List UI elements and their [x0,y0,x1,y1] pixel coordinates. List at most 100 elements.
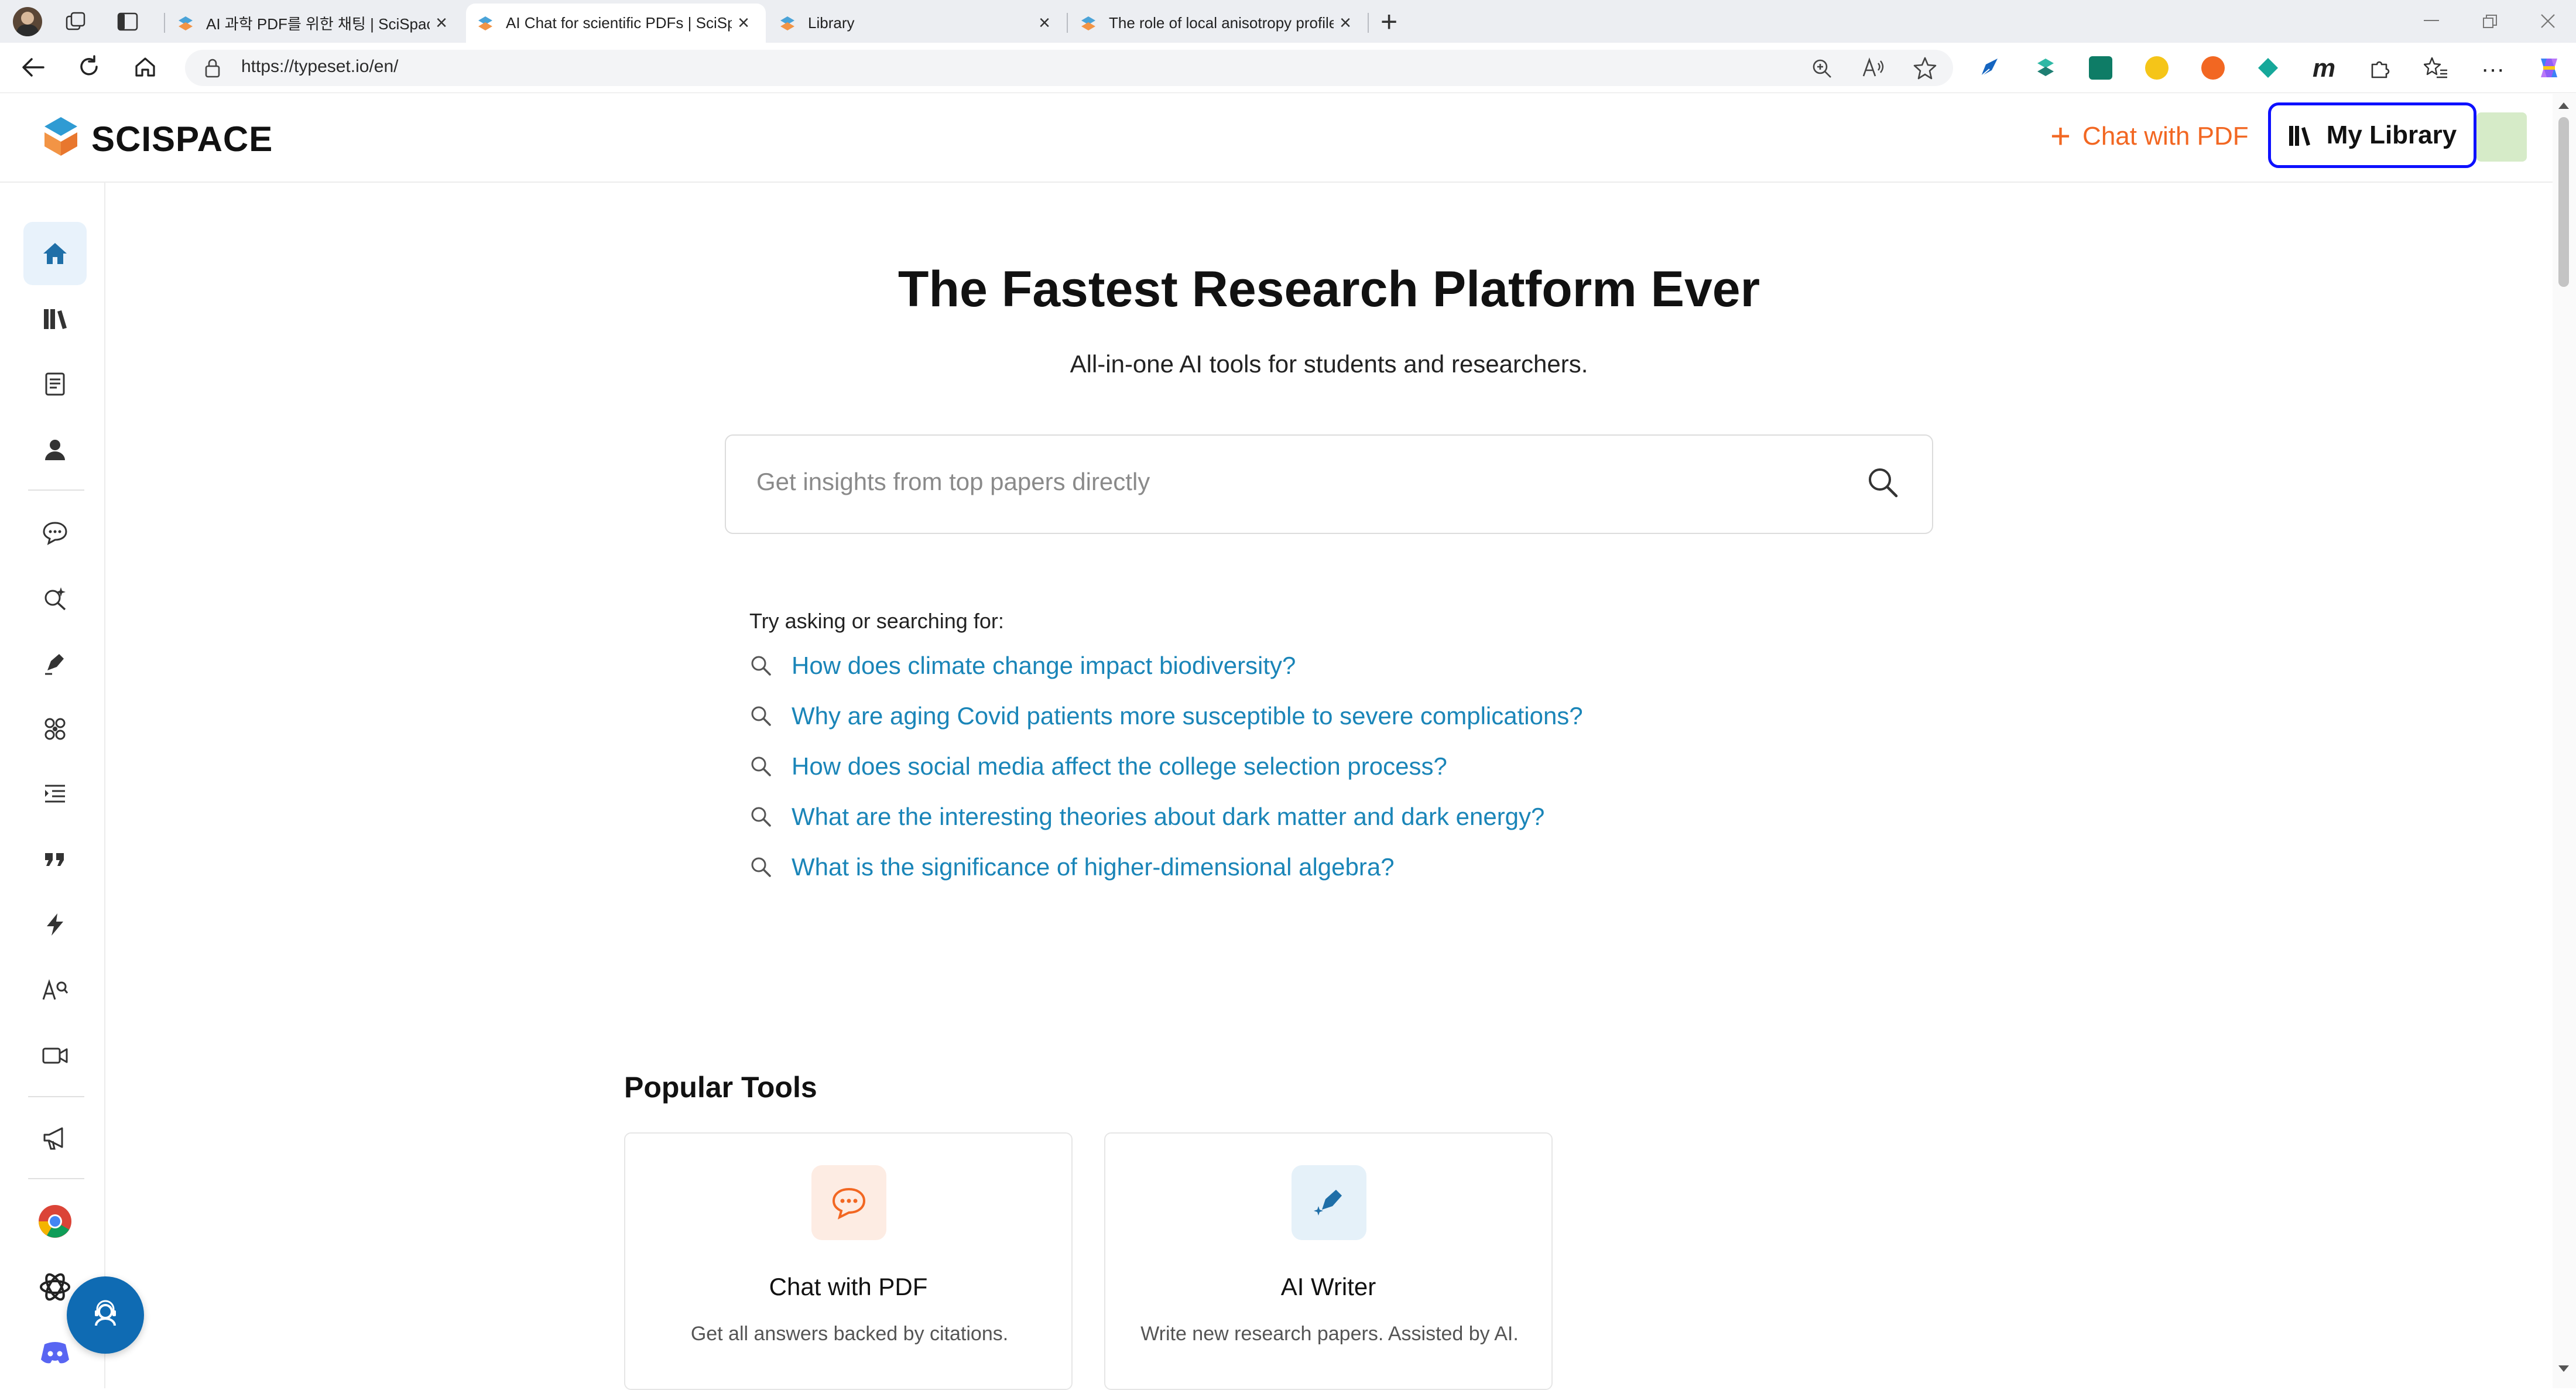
ai-detector-icon [42,977,68,1003]
new-tab-button[interactable]: + [1381,5,1397,39]
tab-anisotropy[interactable]: The role of local anisotropy profiles × [1069,4,1368,43]
plus-icon: + [2050,117,2071,156]
sidebar-item-paraphraser[interactable] [23,762,87,826]
sidebar-item-ai-writer[interactable] [23,632,87,695]
scispace-favicon-icon [1080,15,1097,32]
extension-pen-icon[interactable] [1978,56,2001,80]
home-icon [42,241,68,266]
search-icon[interactable] [1866,466,1899,499]
tab-close-icon[interactable]: × [430,12,453,35]
ai-writer-pen-icon [42,651,68,676]
chat-bubble-icon [811,1165,886,1240]
suggestion-text: What is the significance of higher-dimen… [792,853,1395,881]
sidebar-item-chrome-extension[interactable] [23,1190,87,1253]
zoom-icon[interactable] [1811,58,1832,79]
suggestion-item[interactable]: What is the significance of higher-dimen… [749,853,1395,881]
sidebar-item-notebook[interactable] [23,352,87,416]
search-icon [749,855,773,879]
literature-search-icon [42,586,68,611]
favorite-star-icon[interactable] [1913,56,1937,80]
tool-card-chat-with-pdf[interactable]: Chat with PDF Get all answers backed by … [624,1132,1073,1390]
scroll-up-arrow-icon[interactable] [2557,101,2570,110]
chat-with-pdf-button[interactable]: + Chat with PDF [2050,117,2249,156]
extension-translate-icon[interactable] [2089,56,2112,80]
sidebar-item-library[interactable] [23,287,87,350]
sidebar-item-literature-search[interactable] [23,567,87,630]
suggestions-label: Try asking or searching for: [749,609,1004,633]
scroll-down-arrow-icon[interactable] [2557,1364,2570,1374]
tab-korean-chat[interactable]: AI 과학 PDF를 위한 채팅 | SciSpace × [166,4,464,43]
suggestion-item[interactable]: What are the interesting theories about … [749,803,1544,831]
page-scrollbar[interactable] [2553,94,2576,1388]
tool-card-description: Write new research papers. Assisted by A… [1140,1323,1519,1345]
tab-close-icon[interactable]: × [1033,12,1056,35]
support-agent-icon [88,1297,123,1333]
search-box[interactable] [725,434,1933,534]
tab-close-icon[interactable]: × [732,12,755,35]
chat-with-pdf-label: Chat with PDF [2082,122,2249,150]
library-books-icon [2288,124,2313,147]
sidebar-item-announcements[interactable] [23,1107,87,1170]
extension-orange-icon[interactable] [2201,56,2225,80]
favorites-list-icon[interactable] [2424,56,2448,80]
extension-scispace-icon[interactable] [2034,56,2057,80]
url-text[interactable]: https://typeset.io/en/ [241,57,399,77]
read-aloud-icon[interactable] [1862,57,1885,78]
video-icon [42,1043,68,1069]
copilot-icon[interactable] [2535,54,2563,82]
openai-gpt-icon [38,1270,72,1304]
extensions-puzzle-icon[interactable] [2368,56,2391,80]
suggestion-text: Why are aging Covid patients more suscep… [792,702,1583,730]
profile-icon [42,437,68,463]
scispace-logo-icon[interactable] [41,115,81,158]
extension-diamond-icon[interactable] [2256,56,2280,80]
left-sidebar [0,183,105,1388]
home-browser-icon[interactable] [133,55,157,78]
extension-m-icon[interactable]: m [2313,54,2335,83]
tool-card-description: Get all answers backed by citations. [690,1323,1009,1345]
suggestion-item[interactable]: How does social media affect the college… [749,752,1447,780]
search-icon [749,805,773,828]
sidebar-item-video[interactable] [23,1024,87,1087]
tab-library[interactable]: Library × [768,4,1067,43]
tab-close-icon[interactable]: × [1334,12,1357,35]
sidebar-item-ai-detector[interactable] [23,958,87,1022]
tool-card-title: Chat with PDF [769,1273,928,1300]
my-library-button[interactable]: My Library [2268,102,2476,168]
refresh-icon[interactable] [77,55,101,78]
extension-smile-icon[interactable] [2145,56,2169,80]
tab-title: The role of local anisotropy profiles [1109,14,1334,32]
notebook-icon [42,371,68,397]
profile-avatar[interactable] [13,7,42,36]
suggestion-item[interactable]: Why are aging Covid patients more suscep… [749,702,1583,730]
chat-icon [42,520,68,546]
lock-icon[interactable] [204,58,221,78]
vertical-tabs-icon[interactable] [117,12,138,32]
more-menu-icon[interactable]: ··· [2481,56,2505,83]
back-icon[interactable] [21,56,46,78]
sidebar-item-extract-data[interactable] [23,697,87,761]
sidebar-item-home[interactable] [23,222,87,285]
workspaces-icon[interactable] [66,12,87,32]
paraphraser-icon [42,781,68,807]
address-bar[interactable] [185,50,1953,86]
support-chat-button[interactable] [67,1276,144,1354]
sidebar-item-citation[interactable] [23,827,87,891]
minimize-icon[interactable] [2424,20,2439,21]
sidebar-item-flash[interactable] [23,893,87,956]
sidebar-item-chat[interactable] [23,501,87,564]
restore-icon[interactable] [2482,14,2498,29]
suggestion-text: How does climate change impact biodivers… [792,652,1296,679]
tool-card-title: AI Writer [1280,1273,1376,1300]
tool-card-ai-writer[interactable]: AI Writer Write new research papers. Ass… [1104,1132,1553,1390]
search-input[interactable] [755,467,1841,497]
lightning-icon [42,912,68,937]
suggestion-item[interactable]: How does climate change impact biodivers… [749,652,1296,680]
hero-title: The Fastest Research Platform Ever [898,261,1760,317]
scrollbar-thumb[interactable] [2558,117,2569,287]
my-library-label: My Library [2326,121,2457,149]
close-window-icon[interactable] [2540,13,2556,29]
brand-name[interactable]: SCISPACE [91,119,273,159]
sidebar-item-profile[interactable] [23,418,87,481]
tab-ai-chat-active[interactable]: AI Chat for scientific PDFs | SciSpace × [466,4,766,43]
